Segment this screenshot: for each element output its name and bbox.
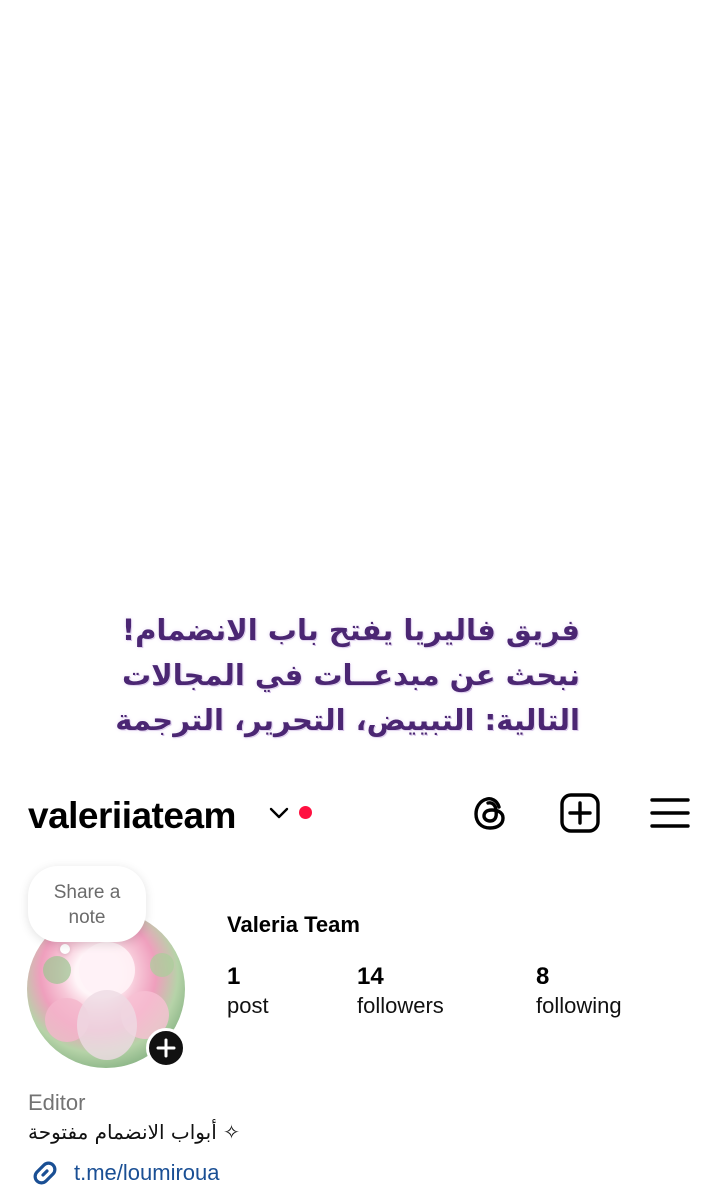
promo-line-3: التالية: التبييض، التحرير، الترجمة [115,703,580,737]
share-note-bubble[interactable]: Share a note [28,866,146,942]
bio-link[interactable]: t.me/loumiroua [28,1156,220,1190]
stat-following[interactable]: 8 following [536,962,622,1020]
chevron-down-icon[interactable] [268,804,290,822]
create-post-icon[interactable] [559,792,601,834]
following-count: 8 [536,963,550,990]
promo-line-1: فريق فاليريا يفتح باب الانضمام! [121,613,580,647]
bio-link-text[interactable]: t.me/loumiroua [74,1160,220,1186]
display-name: Valeria Team [227,912,360,937]
followers-label: followers [357,993,444,1018]
link-icon [33,1161,57,1185]
following-label: following [536,993,622,1018]
username[interactable]: valeriiateam [28,794,236,838]
stat-followers[interactable]: 14 followers [357,962,444,1020]
stat-posts[interactable]: 1 post [227,962,269,1020]
promo-text: فريق فاليريا يفتح باب الانضمام! نبحث عن … [60,608,580,743]
profile-header: valeriiateam [0,780,720,850]
posts-label: post [227,993,269,1018]
threads-icon[interactable] [470,792,512,834]
plus-icon [156,1038,176,1058]
posts-count: 1 [227,963,241,990]
bio-text: ✧ أبواب الانضمام مفتوحة [28,1120,240,1144]
profile-category: Editor [28,1090,86,1115]
notification-dot [299,806,312,819]
promo-line-2: نبحث عن مبدعــات في المجالات [122,658,580,692]
menu-icon[interactable] [649,792,691,834]
share-note-label: Share a note [53,882,121,928]
note-bubble-tail [60,944,70,954]
followers-count: 14 [357,963,384,990]
add-story-button[interactable] [146,1028,186,1068]
